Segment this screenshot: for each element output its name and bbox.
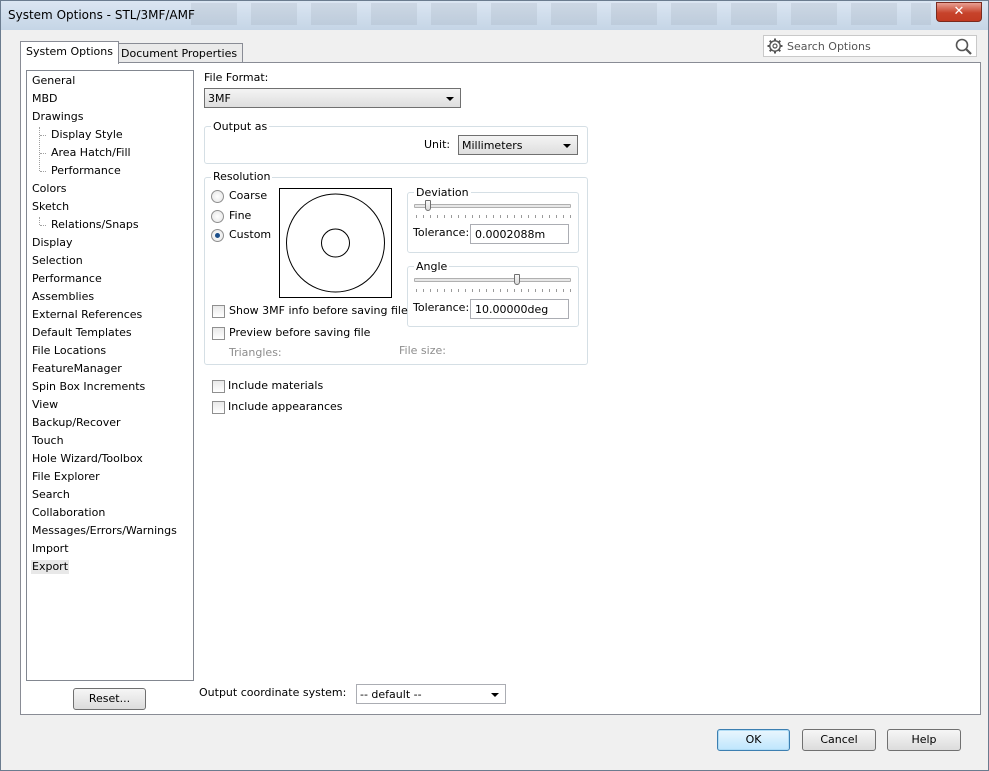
- angle-slider-ticks: [416, 289, 571, 292]
- chevron-down-icon: [491, 693, 499, 697]
- system-options-dialog: System Options - STL/3MF/AMF ✕ System Op…: [0, 0, 989, 771]
- tree-connector: [40, 153, 46, 154]
- angle-tolerance-label: Tolerance:: [413, 301, 470, 314]
- search-options-box[interactable]: Search Options: [763, 35, 977, 57]
- output-as-title: Output as: [211, 120, 270, 133]
- deviation-slider-ticks: [416, 215, 571, 218]
- deviation-tolerance-label: Tolerance:: [413, 226, 470, 239]
- chevron-down-icon: [446, 97, 454, 101]
- file-format-dropdown[interactable]: 3MF: [204, 88, 461, 108]
- tree-item-import[interactable]: Import: [32, 542, 69, 556]
- deviation-slider-thumb[interactable]: [425, 200, 431, 211]
- output-coordinate-system-dropdown[interactable]: -- default --: [356, 684, 506, 704]
- custom-radio[interactable]: [211, 229, 224, 242]
- angle-title: Angle: [414, 260, 450, 273]
- tessellation-preview-icon: [286, 193, 385, 293]
- tree-item-touch[interactable]: Touch: [32, 434, 64, 448]
- tree-item-display-style[interactable]: Display Style: [51, 128, 123, 142]
- coarse-label[interactable]: Coarse: [229, 189, 267, 202]
- magnifier-icon[interactable]: [954, 37, 973, 56]
- preview-before-saving-checkbox[interactable]: [212, 327, 225, 340]
- title-bar[interactable]: System Options - STL/3MF/AMF ✕: [1, 1, 988, 30]
- background-ribbon: [191, 3, 931, 25]
- unit-dropdown[interactable]: Millimeters: [458, 135, 578, 155]
- tree-item-assemblies[interactable]: Assemblies: [32, 290, 94, 304]
- include-appearances-checkbox[interactable]: [212, 401, 225, 414]
- chevron-down-icon: [563, 144, 571, 148]
- tree-item-drawings-performance[interactable]: Performance: [51, 164, 121, 178]
- window-title: System Options - STL/3MF/AMF: [8, 8, 195, 22]
- tree-item-performance[interactable]: Performance: [32, 272, 102, 286]
- tree-item-search[interactable]: Search: [32, 488, 70, 502]
- custom-label[interactable]: Custom: [229, 228, 271, 241]
- tab-label: Document Properties: [121, 47, 238, 60]
- tree-item-mbd[interactable]: MBD: [32, 92, 58, 106]
- ok-button[interactable]: OK: [717, 729, 790, 751]
- angle-slider-track[interactable]: [414, 278, 571, 282]
- fine-label[interactable]: Fine: [229, 209, 251, 222]
- tree-item-hole-wizard-toolbox[interactable]: Hole Wizard/Toolbox: [32, 452, 143, 466]
- help-button[interactable]: Help: [887, 729, 961, 751]
- tree-item-external-references[interactable]: External References: [32, 308, 142, 322]
- tree-item-export[interactable]: Export: [31, 560, 70, 574]
- deviation-slider-track[interactable]: [414, 204, 571, 208]
- gear-icon: [767, 38, 783, 54]
- fine-radio[interactable]: [211, 210, 224, 223]
- triangles-label: Triangles:: [229, 346, 282, 359]
- deviation-title: Deviation: [414, 186, 471, 199]
- include-appearances-label[interactable]: Include appearances: [228, 400, 343, 413]
- resolution-title: Resolution: [211, 170, 273, 183]
- angle-slider-thumb[interactable]: [514, 274, 520, 285]
- tree-item-file-locations[interactable]: File Locations: [32, 344, 106, 358]
- output-coordinate-system-value: -- default --: [360, 688, 422, 701]
- tab-system-options[interactable]: System Options: [20, 41, 119, 64]
- resolution-preview: [279, 188, 392, 298]
- tree-item-display[interactable]: Display: [32, 236, 73, 250]
- unit-value: Millimeters: [462, 139, 523, 152]
- include-materials-label[interactable]: Include materials: [228, 379, 323, 392]
- tree-item-general[interactable]: General: [32, 74, 75, 88]
- tree-item-sketch[interactable]: Sketch: [32, 200, 69, 214]
- tree-connector: [40, 135, 46, 136]
- tree-connector: [40, 225, 46, 226]
- deviation-tolerance-field[interactable]: 0.0002088m: [470, 224, 569, 244]
- tab-label: System Options: [26, 45, 113, 58]
- show-3mf-info-checkbox[interactable]: [212, 305, 225, 318]
- coarse-radio[interactable]: [211, 190, 224, 203]
- tree-item-messages-errors-warnings[interactable]: Messages/Errors/Warnings: [32, 524, 177, 538]
- file-format-value: 3MF: [208, 92, 231, 105]
- cancel-button[interactable]: Cancel: [802, 729, 876, 751]
- tree-item-file-explorer[interactable]: File Explorer: [32, 470, 100, 484]
- close-icon: ✕: [953, 4, 965, 19]
- search-placeholder: Search Options: [787, 40, 871, 53]
- file-size-label: File size:: [399, 344, 446, 357]
- reset-button[interactable]: Reset...: [73, 688, 146, 710]
- tree-connector: [39, 127, 40, 171]
- output-coordinate-system-label: Output coordinate system:: [199, 686, 347, 699]
- tree-connector: [39, 217, 40, 225]
- include-materials-checkbox[interactable]: [212, 380, 225, 393]
- tree-item-colors[interactable]: Colors: [32, 182, 66, 196]
- tree-item-relations-snaps[interactable]: Relations/Snaps: [51, 218, 139, 232]
- tree-item-selection[interactable]: Selection: [32, 254, 83, 268]
- tab-document-properties[interactable]: Document Properties: [115, 43, 244, 64]
- tree-item-spin-box-increments[interactable]: Spin Box Increments: [32, 380, 145, 394]
- tree-item-view[interactable]: View: [32, 398, 58, 412]
- file-format-label: File Format:: [204, 71, 269, 84]
- tree-item-backup-recover[interactable]: Backup/Recover: [32, 416, 121, 430]
- tree-item-drawings[interactable]: Drawings: [32, 110, 83, 124]
- angle-tolerance-value: 10.00000deg: [475, 303, 549, 316]
- close-button[interactable]: ✕: [936, 2, 982, 22]
- tree-item-collaboration[interactable]: Collaboration: [32, 506, 105, 520]
- show-3mf-info-label[interactable]: Show 3MF info before saving file: [229, 304, 408, 317]
- tree-item-default-templates[interactable]: Default Templates: [32, 326, 132, 340]
- tree-item-area-hatch-fill[interactable]: Area Hatch/Fill: [51, 146, 131, 160]
- unit-label: Unit:: [424, 138, 451, 151]
- tree-connector: [40, 171, 46, 172]
- deviation-tolerance-value: 0.0002088m: [475, 228, 546, 241]
- preview-before-saving-label[interactable]: Preview before saving file: [229, 326, 370, 339]
- angle-tolerance-field[interactable]: 10.00000deg: [470, 299, 569, 319]
- tree-item-featuremanager[interactable]: FeatureManager: [32, 362, 122, 376]
